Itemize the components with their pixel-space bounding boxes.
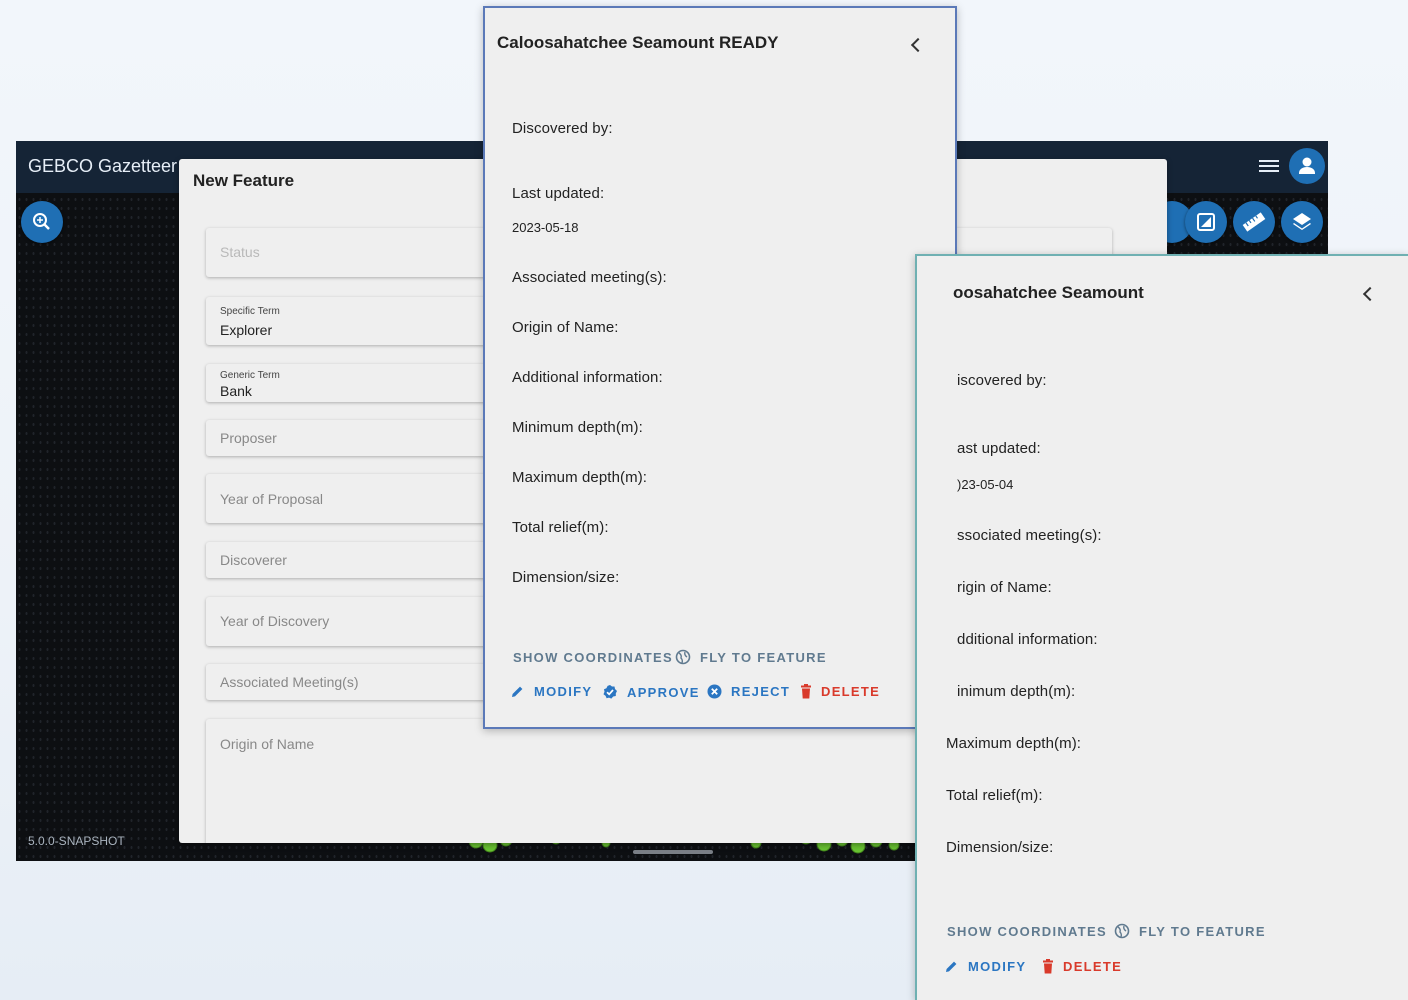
trash-icon <box>1043 959 1053 974</box>
last-updated-label: ast updated: <box>957 440 1041 457</box>
associated-meetings-label: Associated meeting(s): <box>512 269 667 286</box>
origin-of-name-label: rigin of Name: <box>957 579 1052 596</box>
total-relief-label: Total relief(m): <box>512 519 609 536</box>
pencil-icon <box>946 961 957 972</box>
minimum-depth-label: inimum depth(m): <box>957 683 1076 700</box>
measure-button[interactable] <box>1233 201 1275 243</box>
form-title: New Feature <box>193 171 295 190</box>
last-updated-value: )23-05-04 <box>957 477 1014 492</box>
cancel-circle-icon <box>707 684 722 699</box>
fly-to-feature-button[interactable]: FLY TO FEATURE <box>675 649 827 665</box>
delete-button[interactable]: DELETE <box>1042 959 1122 974</box>
panel-title: Caloosahatchee Seamount READY <box>497 33 779 52</box>
pencil-icon <box>512 686 523 697</box>
dimension-size-label: Dimension/size: <box>946 839 1054 856</box>
minimum-depth-label: Minimum depth(m): <box>512 419 643 436</box>
globe-icon <box>1114 923 1130 939</box>
discovered-by-label: iscovered by: <box>957 372 1047 389</box>
feature-detail-panel-secondary: oosahatchee Seamount iscovered by: ast u… <box>915 254 1408 1000</box>
last-updated-label: Last updated: <box>512 185 605 202</box>
check-badge-icon <box>603 685 617 699</box>
split-view-icon <box>1197 213 1215 231</box>
reject-button[interactable]: REJECT <box>707 684 790 699</box>
associated-meetings-label: ssociated meeting(s): <box>957 527 1102 544</box>
account-icon[interactable] <box>1289 148 1325 184</box>
modify-button[interactable]: MODIFY <box>510 684 592 699</box>
ruler-icon <box>1242 212 1266 232</box>
split-view-button[interactable] <box>1185 201 1227 243</box>
origin-of-name-label: Origin of Name: <box>512 319 619 336</box>
layers-icon <box>1293 213 1311 230</box>
total-relief-label: Total relief(m): <box>946 787 1043 804</box>
show-coordinates-button[interactable]: SHOW COORDINATES <box>947 924 1107 939</box>
app-title: GEBCO Gazetteer <box>28 156 178 176</box>
additional-information-label: dditional information: <box>957 631 1098 648</box>
layers-button[interactable] <box>1281 201 1323 243</box>
show-coordinates-button[interactable]: SHOW COORDINATES <box>513 650 673 665</box>
additional-information-label: Additional information: <box>512 369 663 386</box>
last-updated-value: 2023-05-18 <box>512 220 579 235</box>
chevron-left-icon[interactable] <box>1362 286 1378 302</box>
version-label: 5.0.0-SNAPSHOT <box>28 834 125 848</box>
delete-button[interactable]: DELETE <box>800 684 880 699</box>
globe-icon <box>675 649 691 665</box>
feature-detail-panel: Caloosahatchee Seamount READY Discovered… <box>483 6 957 729</box>
discovered-by-label: Discovered by: <box>512 120 613 137</box>
dimension-size-label: Dimension/size: <box>512 569 620 586</box>
maximum-depth-label: Maximum depth(m): <box>512 469 648 486</box>
approve-button[interactable]: APPROVE <box>602 684 700 700</box>
search-icon <box>33 213 50 230</box>
trash-icon <box>801 684 811 699</box>
modify-button[interactable]: MODIFY <box>944 959 1026 974</box>
chevron-left-icon[interactable] <box>910 37 926 53</box>
maximum-depth-label: Maximum depth(m): <box>946 735 1082 752</box>
panel-title: oosahatchee Seamount <box>953 283 1144 302</box>
search-zoom-button[interactable] <box>21 201 63 243</box>
drawer-handle[interactable] <box>633 850 713 854</box>
fly-to-feature-button[interactable]: FLY TO FEATURE <box>1114 923 1266 939</box>
menu-icon[interactable] <box>1259 157 1279 175</box>
